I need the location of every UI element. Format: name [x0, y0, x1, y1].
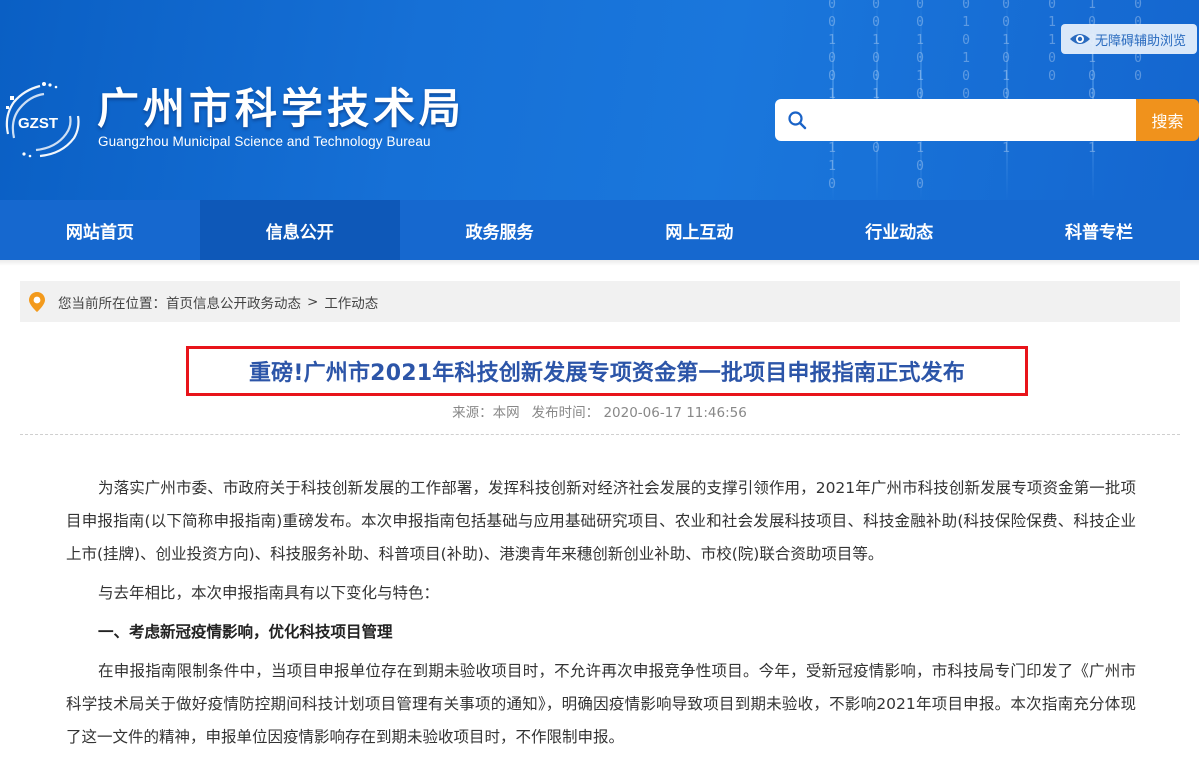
source-value: 本网 — [492, 405, 520, 421]
search-icon — [788, 111, 807, 130]
eye-icon — [1070, 34, 1090, 44]
nav-item-online-interaction[interactable]: 网上互动 — [599, 200, 799, 260]
search-input[interactable] — [815, 102, 1139, 138]
nav-item-science-column[interactable]: 科普专栏 — [999, 200, 1199, 260]
main-nav: 网站首页 信息公开 政务服务 网上互动 行业动态 科普专栏 — [0, 200, 1199, 260]
search-button[interactable]: 搜索 — [1136, 99, 1199, 141]
breadcrumb-separator: > — [307, 293, 319, 310]
logo-text: GZST — [18, 115, 58, 132]
article-paragraph: 在申报指南限制条件中，当项目申报单位存在到期未验收项目时，不允许再次申报竞争性项… — [66, 662, 1136, 746]
breadcrumb-prefix: 您当前所在位置： — [58, 295, 166, 312]
publish-time-value: 2020-06-17 11:46:56 — [603, 405, 747, 421]
source-label: 来源： — [452, 405, 493, 421]
location-pin-icon — [29, 291, 45, 312]
dashed-divider — [20, 434, 1180, 435]
nav-item-industry-news[interactable]: 行业动态 — [799, 200, 999, 260]
article-paragraph: 为落实广州市委、市政府关于科技创新发展的工作部署，发挥科技创新对经济社会发展的支… — [66, 479, 1136, 563]
publish-time-label: 发布时间： — [531, 405, 600, 421]
article-paragraph: 与去年相比，本次申报指南具有以下变化与特色： — [98, 584, 440, 602]
nav-shadow — [0, 260, 1199, 266]
site-header: 0 0 1 0 0 1 0 0 1 1 0 0 0 1 0 0 1 1 0 0 … — [0, 0, 1199, 200]
nav-item-gov-services[interactable]: 政务服务 — [400, 200, 600, 260]
site-subtitle-en: Guangzhou Municipal Science and Technolo… — [98, 134, 431, 149]
nav-item-home[interactable]: 网站首页 — [0, 200, 200, 260]
accessibility-button[interactable]: 无障碍辅助浏览 — [1061, 24, 1197, 54]
article-section-heading: 一、考虑新冠疫情影响，优化科技项目管理 — [98, 623, 393, 641]
article-meta: 来源：本网 发布时间： 2020-06-17 11:46:56 — [0, 401, 1199, 421]
accessibility-label: 无障碍辅助浏览 — [1095, 32, 1187, 48]
site-title: 广州市科学技术局 — [97, 84, 466, 133]
article-body: 为落实广州市委、市政府关于科技创新发展的工作部署，发挥科技创新对经济社会发展的支… — [66, 472, 1136, 760]
gzst-logo: GZST — [5, 82, 80, 158]
breadcrumb: 您当前所在位置： 首页信息公开政务动态 > 工作动态 — [20, 281, 1180, 322]
nav-item-info-disclosure[interactable]: 信息公开 — [199, 200, 400, 260]
article-title-box: 重磅!广州市2021年科技创新发展专项资金第一批项目申报指南正式发布 — [186, 346, 1028, 396]
search-box — [775, 99, 1139, 141]
article-title: 重磅!广州市2021年科技创新发展专项资金第一批项目申报指南正式发布 — [248, 361, 966, 386]
breadcrumb-path-link[interactable]: 首页信息公开政务动态 — [166, 292, 301, 312]
breadcrumb-current-link[interactable]: 工作动态 — [324, 292, 378, 312]
